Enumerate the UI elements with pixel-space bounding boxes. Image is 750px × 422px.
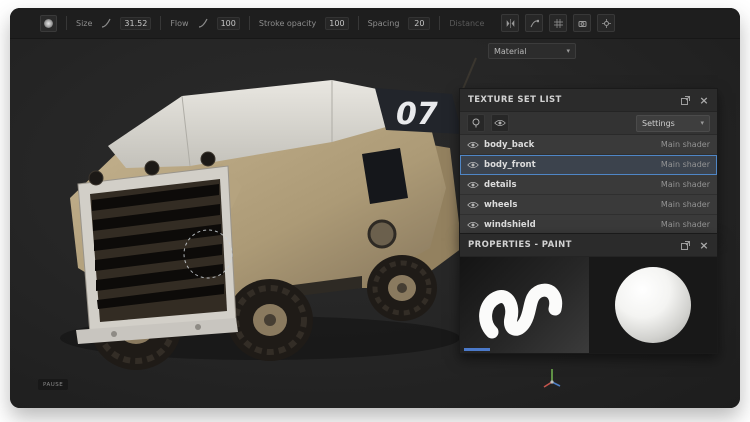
- camera-icon[interactable]: [573, 14, 591, 32]
- flow-falloff-curve-icon[interactable]: [198, 18, 208, 28]
- eye-icon[interactable]: [467, 201, 479, 209]
- flow-label: Flow: [170, 19, 188, 28]
- truck-number: 07: [396, 97, 438, 132]
- display-settings-icon[interactable]: [597, 14, 615, 32]
- texture-set-list-title: TEXTURE SET LIST: [468, 95, 562, 105]
- screenshot-stage: Size 31.52 Flow 100 Stroke opacity 100 S…: [0, 0, 750, 422]
- brush-preview-icon[interactable]: [40, 15, 57, 32]
- properties-paint-panel: PROPERTIES - PAINT ×: [459, 233, 718, 354]
- brush-toolbar: Size 31.52 Flow 100 Stroke opacity 100 S…: [10, 8, 740, 39]
- texture-set-name: details: [484, 180, 517, 190]
- eye-icon[interactable]: [467, 221, 479, 229]
- stroke-opacity-value[interactable]: 100: [325, 17, 348, 30]
- material-sphere: [615, 267, 691, 343]
- texture-set-name: windshield: [484, 220, 536, 230]
- texture-set-row-windshield[interactable]: windshield Main shader: [460, 215, 717, 235]
- toolbar-divider: [358, 16, 359, 30]
- texture-set-name: body_front: [484, 160, 536, 170]
- distance-label: Distance: [449, 19, 484, 28]
- material-dropdown-label: Material: [494, 47, 527, 56]
- settings-dropdown[interactable]: Settings ▾: [636, 115, 710, 132]
- toolbar-divider: [249, 16, 250, 30]
- toolbar-divider: [439, 16, 440, 30]
- visibility-mode-icon[interactable]: [491, 114, 509, 132]
- material-mode-icon[interactable]: [467, 114, 485, 132]
- undock-icon[interactable]: [681, 241, 690, 250]
- material-sphere-preview[interactable]: [589, 257, 718, 353]
- flow-value[interactable]: 100: [217, 17, 240, 30]
- close-icon[interactable]: ×: [699, 240, 709, 251]
- app-window: Size 31.52 Flow 100 Stroke opacity 100 S…: [10, 8, 740, 408]
- toolbar-icon-group: [501, 14, 615, 32]
- toolbar-divider: [66, 16, 67, 30]
- properties-panel-title: PROPERTIES - PAINT: [468, 240, 572, 250]
- toolbar-divider: [160, 16, 161, 30]
- eye-icon[interactable]: [467, 161, 479, 169]
- size-value[interactable]: 31.52: [120, 17, 151, 30]
- scrollbar-indicator[interactable]: [464, 348, 490, 351]
- shader-label: Main shader: [661, 220, 710, 229]
- texture-set-list-panel: TEXTURE SET LIST × Settings ▾ body_back …: [459, 88, 718, 236]
- settings-dropdown-label: Settings: [642, 119, 675, 128]
- texture-set-row-body_front[interactable]: body_front Main shader: [460, 155, 717, 175]
- texture-set-name: wheels: [484, 200, 517, 210]
- lazy-mouse-icon[interactable]: [525, 14, 543, 32]
- truck-render: 07: [30, 36, 490, 381]
- grid-icon[interactable]: [549, 14, 567, 32]
- eye-icon[interactable]: [467, 141, 479, 149]
- undock-icon[interactable]: [681, 96, 690, 105]
- texture-set-list-header: TEXTURE SET LIST ×: [460, 89, 717, 112]
- spacing-label: Spacing: [368, 19, 400, 28]
- shader-label: Main shader: [661, 160, 710, 169]
- spacing-value[interactable]: 20: [408, 17, 430, 30]
- properties-panel-header: PROPERTIES - PAINT ×: [460, 234, 717, 257]
- texture-set-row-wheels[interactable]: wheels Main shader: [460, 195, 717, 215]
- brush-stroke-preview[interactable]: [460, 257, 589, 353]
- navigation-gizmo[interactable]: [540, 364, 564, 392]
- texture-set-list-toolbar: Settings ▾: [460, 112, 717, 135]
- eye-icon[interactable]: [467, 181, 479, 189]
- texture-set-row-body_back[interactable]: body_back Main shader: [460, 135, 717, 155]
- shader-label: Main shader: [661, 180, 710, 189]
- shader-label: Main shader: [661, 140, 710, 149]
- size-label: Size: [76, 19, 92, 28]
- shader-label: Main shader: [661, 200, 710, 209]
- status-badge[interactable]: PAUSE: [38, 379, 68, 390]
- texture-set-row-details[interactable]: details Main shader: [460, 175, 717, 195]
- size-falloff-curve-icon[interactable]: [101, 18, 111, 28]
- material-dropdown[interactable]: Material ▾: [488, 43, 576, 59]
- texture-set-name: body_back: [484, 140, 534, 150]
- chevron-down-icon: ▾: [700, 120, 704, 127]
- chevron-down-icon: ▾: [566, 48, 570, 55]
- close-icon[interactable]: ×: [699, 95, 709, 106]
- stroke-opacity-label: Stroke opacity: [259, 19, 316, 28]
- properties-panel-body: [460, 257, 717, 353]
- symmetry-icon[interactable]: [501, 14, 519, 32]
